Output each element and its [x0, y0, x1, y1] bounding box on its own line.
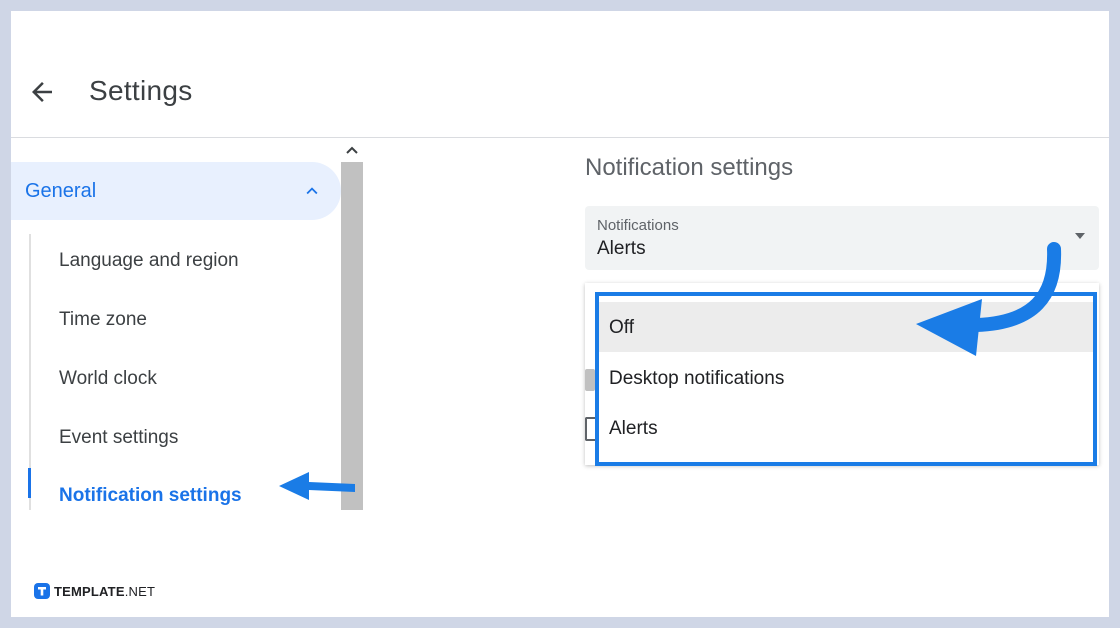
sidebar-item-event-settings[interactable]: Event settings [59, 427, 178, 449]
menu-option-alerts[interactable]: Alerts [599, 403, 1093, 453]
app-header: Settings [11, 11, 1109, 138]
annotation-arrow-left-icon [279, 472, 355, 500]
sidebar-item-language-and-region[interactable]: Language and region [59, 250, 239, 272]
active-indicator [28, 468, 31, 498]
template-logo-icon [34, 583, 50, 599]
sidebar-item-world-clock[interactable]: World clock [59, 368, 157, 390]
logo-brand: TEMPLATE [54, 583, 125, 599]
template-net-logo: TEMPLATE .NET [34, 581, 155, 601]
chevron-up-icon [306, 187, 318, 195]
sidebar-section-general[interactable]: General [11, 162, 341, 220]
settings-window: Settings General Language and region Tim… [11, 11, 1109, 617]
menu-option-label: Desktop notifications [609, 368, 785, 389]
annotation-curved-arrow-icon [916, 242, 1062, 356]
logo-suffix: .NET [124, 583, 156, 599]
sidebar-section-label: General [25, 180, 97, 202]
menu-option-label: Alerts [609, 418, 658, 439]
caret-down-icon [1075, 233, 1085, 239]
scroll-up-icon[interactable] [342, 140, 362, 160]
checkbox-partial[interactable] [585, 369, 595, 391]
menu-option-label: Off [609, 317, 634, 338]
page-title: Settings [89, 75, 193, 106]
notification-settings-heading: Notification settings [585, 154, 794, 181]
select-label: Notifications [597, 217, 679, 234]
arrow-left-icon[interactable] [27, 77, 57, 107]
sidebar: General Language and region Time zone Wo… [11, 138, 363, 510]
scrollbar-thumb[interactable] [341, 162, 363, 510]
sidebar-item-notification-settings[interactable]: Notification settings [59, 485, 242, 507]
select-value: Alerts [597, 238, 646, 259]
sidebar-item-time-zone[interactable]: Time zone [59, 309, 147, 331]
